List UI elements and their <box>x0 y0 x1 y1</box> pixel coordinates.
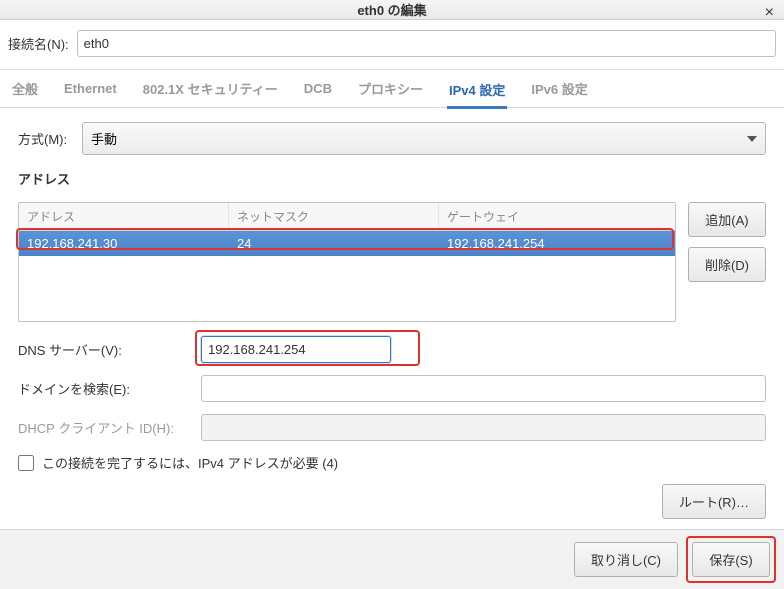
require-checkbox[interactable] <box>18 455 34 471</box>
tab-ipv4[interactable]: IPv4 設定 <box>447 70 507 109</box>
search-row: ドメインを検索(E): <box>18 375 766 402</box>
dhcp-input <box>201 414 766 441</box>
dns-row: DNS サーバー(V): <box>18 336 766 363</box>
ipv4-content: 方式(M): 手動 アドレス アドレス ネットマスク ゲートウェイ 192.16… <box>0 108 784 529</box>
routes-row: ルート(R)… <box>18 484 766 519</box>
routes-button[interactable]: ルート(R)… <box>662 484 766 519</box>
dhcp-label: DHCP クライアント ID(H): <box>18 418 193 437</box>
table-row[interactable]: 192.168.241.30 24 192.168.241.254 <box>19 231 675 256</box>
method-row: 方式(M): 手動 <box>18 122 766 155</box>
tab-ethernet[interactable]: Ethernet <box>62 71 119 106</box>
header-netmask: ネットマスク <box>229 203 439 230</box>
cell-netmask: 24 <box>229 231 439 256</box>
titlebar: eth0 の編集 × <box>0 0 784 20</box>
delete-button[interactable]: 削除(D) <box>688 247 766 282</box>
addresses-heading: アドレス <box>18 169 766 188</box>
tab-security[interactable]: 802.1X セキュリティー <box>141 69 280 108</box>
add-button[interactable]: 追加(A) <box>688 202 766 237</box>
connection-name-row: 接続名(N): <box>0 20 784 70</box>
dns-label: DNS サーバー(V): <box>18 340 193 359</box>
cancel-button[interactable]: 取り消し(C) <box>574 542 678 577</box>
footer: 取り消し(C) 保存(S) <box>0 529 784 589</box>
window-title: eth0 の編集 <box>357 0 426 19</box>
tab-dcb[interactable]: DCB <box>302 71 334 106</box>
tab-proxy[interactable]: プロキシー <box>356 69 425 108</box>
cell-gateway: 192.168.241.254 <box>439 231 675 256</box>
form-rows: DNS サーバー(V): ドメインを検索(E): DHCP クライアント ID(… <box>18 336 766 519</box>
method-select[interactable]: 手動 <box>82 122 766 155</box>
tab-ipv6[interactable]: IPv6 設定 <box>529 69 589 108</box>
method-label: 方式(M): <box>18 129 72 148</box>
require-label: この接続を完了するには、IPv4 アドレスが必要 (4) <box>42 453 338 472</box>
dhcp-row: DHCP クライアント ID(H): <box>18 414 766 441</box>
addresses-area: アドレス ネットマスク ゲートウェイ 192.168.241.30 24 192… <box>18 202 766 322</box>
save-button[interactable]: 保存(S) <box>692 542 770 577</box>
header-address: アドレス <box>19 203 229 230</box>
addresses-table[interactable]: アドレス ネットマスク ゲートウェイ 192.168.241.30 24 192… <box>18 202 676 322</box>
dns-input[interactable] <box>201 336 391 363</box>
connection-name-label: 接続名(N): <box>8 34 69 53</box>
close-icon[interactable]: × <box>765 4 774 22</box>
search-input[interactable] <box>201 375 766 402</box>
method-value: 手動 <box>91 129 117 148</box>
chevron-down-icon <box>747 136 757 142</box>
search-label: ドメインを検索(E): <box>18 379 193 398</box>
addresses-header: アドレス ネットマスク ゲートウェイ <box>19 203 675 231</box>
connection-name-input[interactable] <box>77 30 776 57</box>
require-row[interactable]: この接続を完了するには、IPv4 アドレスが必要 (4) <box>18 453 766 472</box>
tab-general[interactable]: 全般 <box>10 69 40 108</box>
address-buttons: 追加(A) 削除(D) <box>688 202 766 322</box>
header-gateway: ゲートウェイ <box>439 203 675 230</box>
tab-bar: 全般 Ethernet 802.1X セキュリティー DCB プロキシー IPv… <box>0 70 784 108</box>
cell-address: 192.168.241.30 <box>19 231 229 256</box>
